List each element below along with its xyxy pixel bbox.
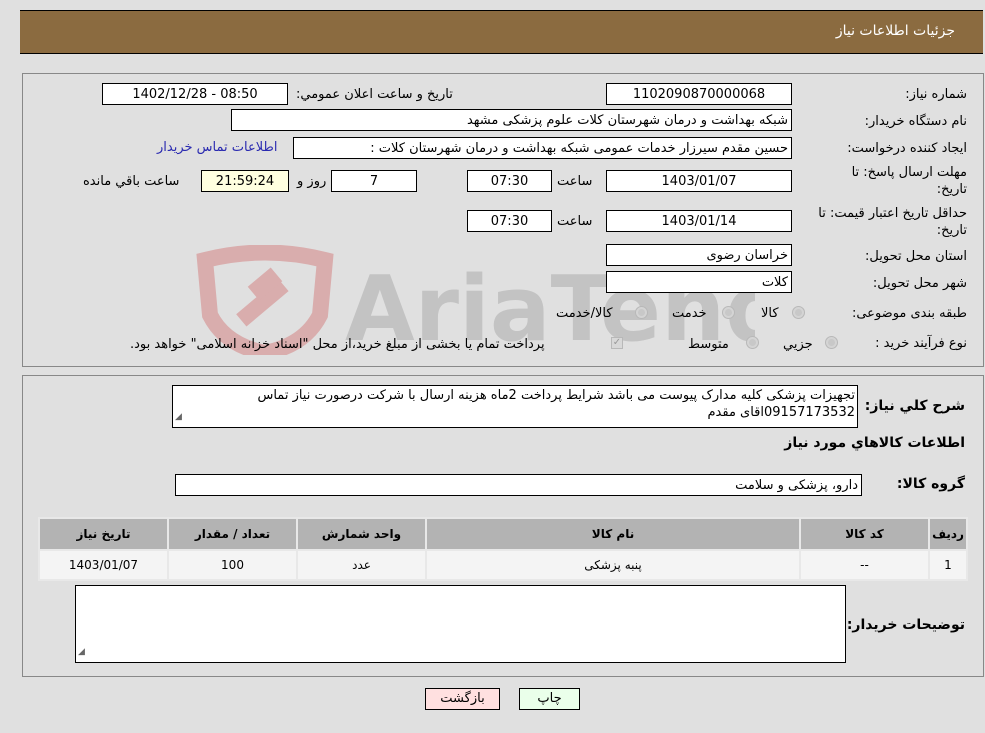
city-label: شهر محل تحويل: [872,276,967,291]
cell-name: پنبه پزشکی [425,549,801,581]
process-option-medium: متوسط [688,337,729,352]
process-radio-minor[interactable] [825,336,838,349]
days-label: روز و [297,174,327,189]
price-validity-label: حداقل تاريخ اعتبار قيمت: تا [818,206,967,221]
announce-label: تاريخ و ساعت اعلان عمومي: [296,87,453,102]
need-number-label: شماره نياز: [905,87,967,102]
description-label: شرح کلي نياز: [864,398,965,414]
table-header-row: رديف کد کالا نام کالا واحد شمارش تعداد /… [38,517,968,551]
process-option-minor: جزيي [783,337,813,352]
cell-date: 1403/01/07 [38,549,169,581]
reply-deadline-label-2: تاريخ: [936,182,967,197]
back-button[interactable]: بازگشت [425,688,500,710]
table-row: 1 -- پنبه پزشکی عدد 100 1403/01/07 [38,549,968,581]
col-row: رديف [928,517,968,551]
price-time-field: 07:30 [467,210,552,232]
group-field: دارو، پزشکی و سلامت [175,474,862,496]
cell-code: -- [799,549,930,581]
buyer-org-label: نام دستگاه خريدار: [864,114,967,129]
cell-qty: 100 [167,549,298,581]
description-text: تجهیزات پزشکی کلیه مدارک پیوست می باشد ش… [257,388,855,420]
col-unit: واحد شمارش [296,517,427,551]
announce-field: 1402/12/28 - 08:50 [102,83,288,105]
buyer-org-field: شبکه بهداشت و درمان شهرستان کلات علوم پز… [231,109,792,131]
need-number-field: 1102090870000068 [606,83,792,105]
col-code: کد کالا [799,517,930,551]
remaining-time-field: 21:59:24 [201,170,289,192]
col-qty: تعداد / مقدار [167,517,298,551]
creator-label: ايجاد کننده درخواست: [847,141,967,156]
category-label: طبقه بندی موضوعی: [851,306,967,321]
items-table: رديف کد کالا نام کالا واحد شمارش تعداد /… [38,517,968,581]
resize-grip-icon[interactable]: ◢ [78,644,85,661]
group-label: گروه کالا: [896,476,965,492]
category-option-service: خدمت [672,306,707,321]
process-label: نوع فرآيند خريد : [875,336,967,351]
page-header: جزئيات اطلاعات نياز [20,10,983,54]
items-heading: اطلاعات کالاهاي مورد نياز [784,435,965,451]
remaining-label: ساعت باقي مانده [83,174,180,189]
category-option-goods: کالا [761,306,779,321]
buyer-notes-label: توضيحات خريدار: [846,617,965,633]
payment-note: پرداخت تمام يا بخشی از مبلغ خريد،از محل … [130,337,545,352]
reply-time-label: ساعت [557,174,593,189]
resize-grip-icon[interactable]: ◢ [175,409,182,426]
creator-field: حسین مقدم سیرزار خدمات عمومی شبکه بهداشت… [293,137,792,159]
col-date: تاريخ نياز [38,517,169,551]
reply-time-field: 07:30 [467,170,552,192]
city-field: کلات [606,271,792,293]
cell-unit: عدد [296,549,427,581]
page-title: جزئيات اطلاعات نياز [835,23,955,39]
category-radio-goods[interactable] [792,306,805,319]
price-date-field: 1403/01/14 [606,210,792,232]
buyer-notes-textarea[interactable]: ◢ [75,585,846,663]
reply-date-field: 1403/01/07 [606,170,792,192]
category-radio-goods-service[interactable] [635,306,648,319]
price-validity-label-2: تاريخ: [936,223,967,238]
reply-deadline-label: مهلت ارسال پاسخ: تا [851,165,967,180]
category-radio-service[interactable] [722,306,735,319]
print-button[interactable]: چاپ [519,688,580,710]
buyer-contact-link[interactable]: اطلاعات تماس خريدار [157,140,277,155]
days-field: 7 [331,170,417,192]
category-option-goods-service: کالا/خدمت [556,306,613,321]
province-label: استان محل تحويل: [865,249,967,264]
col-name: نام کالا [425,517,801,551]
cell-row: 1 [928,549,968,581]
process-radio-medium[interactable] [746,336,759,349]
price-time-label: ساعت [557,214,593,229]
treasury-checkbox[interactable]: ✓ [611,337,623,349]
province-field: خراسان رضوی [606,244,792,266]
description-textarea[interactable]: تجهیزات پزشکی کلیه مدارک پیوست می باشد ش… [172,385,858,428]
